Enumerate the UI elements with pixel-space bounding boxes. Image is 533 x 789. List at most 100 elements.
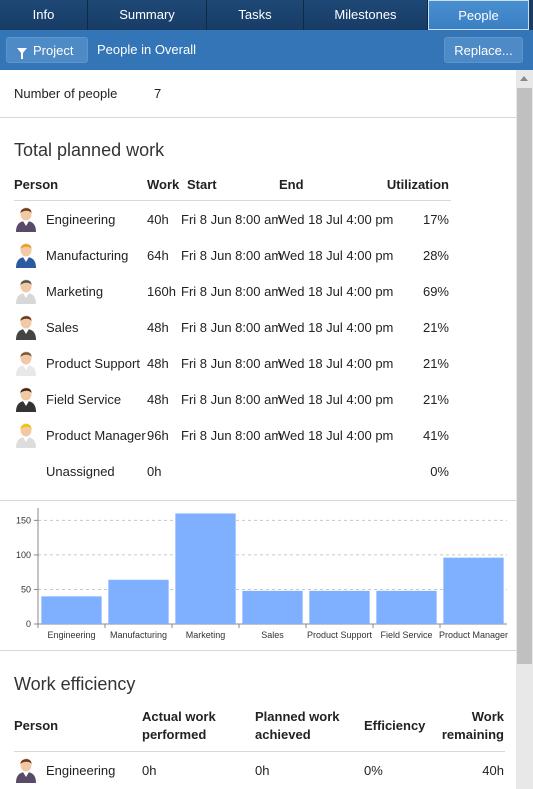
work-value: 40h [147,212,169,227]
end-date: Wed 18 Jul 4:00 pm [278,212,394,227]
start-date: Fri 8 Jun 8:00 am [181,248,283,263]
tab-tasks[interactable]: Tasks [207,0,304,30]
column-header-end: End [279,177,304,192]
scroll-up-arrow-icon[interactable] [516,72,533,86]
people-count-value: 7 [154,86,162,101]
bar-product-support [309,590,370,624]
header-divider [14,751,505,752]
end-date: Wed 18 Jul 4:00 pm [278,284,394,299]
work-value: 48h [147,392,169,407]
bar-sales [242,590,303,624]
column-header-work-remaining-line1: Work [471,709,504,724]
y-tick-label: 150 [16,515,31,525]
column-header-planned-work-line1: Planned work [255,709,340,724]
scrollbar-thumb[interactable] [517,88,532,664]
businesswoman-icon [14,755,38,783]
tab-bar: Info Summary Tasks Milestones People [0,0,533,30]
utilization-value: 0% [430,464,449,479]
x-tick-label: Manufacturing [110,630,167,640]
start-date: Fri 8 Jun 8:00 am [181,392,283,407]
x-tick-label: Sales [261,630,284,640]
work-efficiency-title: Work efficiency [14,674,136,694]
utilization-value: 21% [422,392,449,407]
utilization-value: 21% [422,320,449,335]
planned-work-bar-chart: 0 50 100 150 Engineering Manufacturing Marketi… [16,508,508,640]
man-icon [14,348,38,376]
work-remaining-value: 40h [482,763,504,778]
work-value: 48h [147,356,169,371]
start-date: Fri 8 Jun 8:00 am [181,212,283,227]
column-header-efficiency: Efficiency [364,718,426,733]
work-value: 160h [147,284,176,299]
replace-button[interactable]: Replace... [444,37,523,63]
x-tick-label: Engineering [47,630,95,640]
person-name: Unassigned [46,464,115,479]
x-tick-label: Product Support [307,630,373,640]
project-button-label: Project [33,43,74,58]
person-name: Product Manager [46,428,146,443]
column-header-person: Person [14,177,59,192]
column-header-utilization: Utilization [386,177,449,192]
person-name: Manufacturing [46,248,129,263]
tab-people[interactable]: People [428,0,529,30]
utilization-value: 21% [422,356,449,371]
utilization-value: 17% [422,212,449,227]
tab-milestones[interactable]: Milestones [304,0,428,30]
tab-summary[interactable]: Summary [88,0,207,30]
end-date: Wed 18 Jul 4:00 pm [278,356,394,371]
end-date: Wed 18 Jul 4:00 pm [278,248,394,263]
report-content: Number of people 7 Total planned work Pe… [0,70,516,789]
utilization-value: 41% [422,428,449,443]
bar-field-service [376,590,437,624]
planned-work-value: 0h [255,763,270,778]
divider [0,500,516,501]
end-date: Wed 18 Jul 4:00 pm [278,428,394,443]
header-divider [14,200,451,201]
utilization-value: 28% [422,248,449,263]
phone-person-icon [14,276,38,304]
person-name: Engineering [46,212,116,227]
planned-work-chart: 0 50 100 150 Engineering Manufacturing Marketi… [0,502,516,650]
work-value: 64h [147,248,169,263]
bar-product-manager [443,557,504,624]
y-tick-label: 100 [16,550,31,560]
start-date: Fri 8 Jun 8:00 am [181,428,283,443]
person-name: Sales [46,320,79,335]
column-header-work-remaining-line2: remaining [441,727,504,742]
column-header-start: Start [187,177,217,192]
x-tick-label: Product Manager [439,630,508,640]
businessman-icon [14,384,38,412]
filter-icon [17,48,27,59]
tab-info[interactable]: Info [0,0,88,30]
person-name: Engineering [46,763,116,778]
work-value: 96h [147,428,169,443]
y-tick-label: 50 [21,584,31,594]
woman-icon [14,312,38,340]
end-date: Wed 18 Jul 4:00 pm [278,320,394,335]
bar-manufacturing [108,579,169,624]
engineer-wrench-icon [14,420,38,448]
x-tick-label: Field Service [380,630,432,640]
person-name: Marketing [46,284,104,299]
bar-marketing [175,513,236,624]
end-date: Wed 18 Jul 4:00 pm [278,392,394,407]
actual-work-value: 0h [142,763,157,778]
work-value: 0h [147,464,162,479]
efficiency-value: 0% [364,763,383,778]
person-name: Field Service [46,392,122,407]
people-count-label: Number of people [14,86,118,101]
work-value: 48h [147,320,169,335]
project-filter-button[interactable]: Project [6,37,88,63]
start-date: Fri 8 Jun 8:00 am [181,284,283,299]
column-header-person: Person [14,718,59,733]
bar-engineering [41,596,102,624]
planned-work-title: Total planned work [14,140,165,160]
worker-helmet-icon [14,240,38,268]
column-header-actual-work-line1: Actual work [142,709,216,724]
toolbar: Project People in Overall Replace... [0,30,533,70]
divider [0,650,516,651]
y-tick-label: 0 [26,619,31,629]
start-date: Fri 8 Jun 8:00 am [181,356,283,371]
toolbar-title: People in Overall [97,42,196,57]
column-header-actual-work-line2: performed [142,727,207,742]
